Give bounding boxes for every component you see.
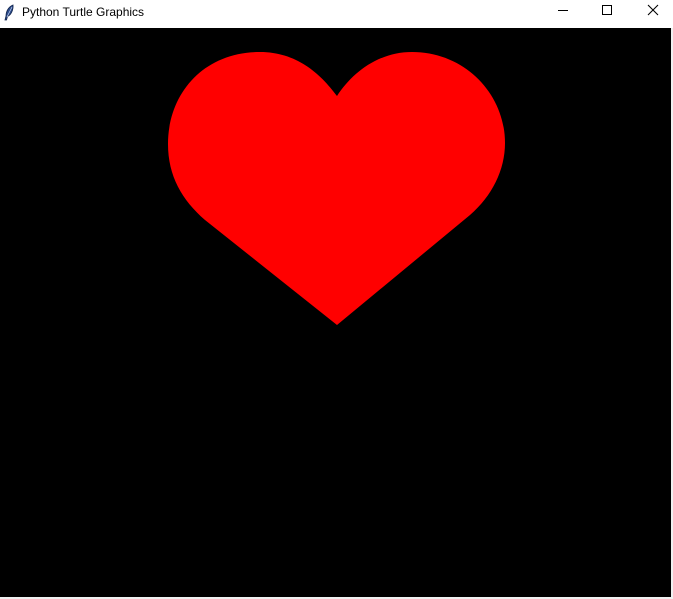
minimize-icon xyxy=(558,10,568,11)
close-button[interactable] xyxy=(627,0,673,27)
maximize-button[interactable] xyxy=(582,0,628,27)
minimize-button[interactable] xyxy=(535,0,581,27)
heart-shape xyxy=(168,52,505,325)
window-title: Python Turtle Graphics xyxy=(22,5,145,19)
maximize-icon xyxy=(602,5,612,15)
feather-icon xyxy=(3,4,15,22)
turtle-window: Python Turtle Graphics xyxy=(0,0,673,599)
turtle-canvas[interactable] xyxy=(0,28,671,597)
title-bar[interactable]: Python Turtle Graphics xyxy=(0,0,673,27)
close-icon xyxy=(647,4,659,16)
